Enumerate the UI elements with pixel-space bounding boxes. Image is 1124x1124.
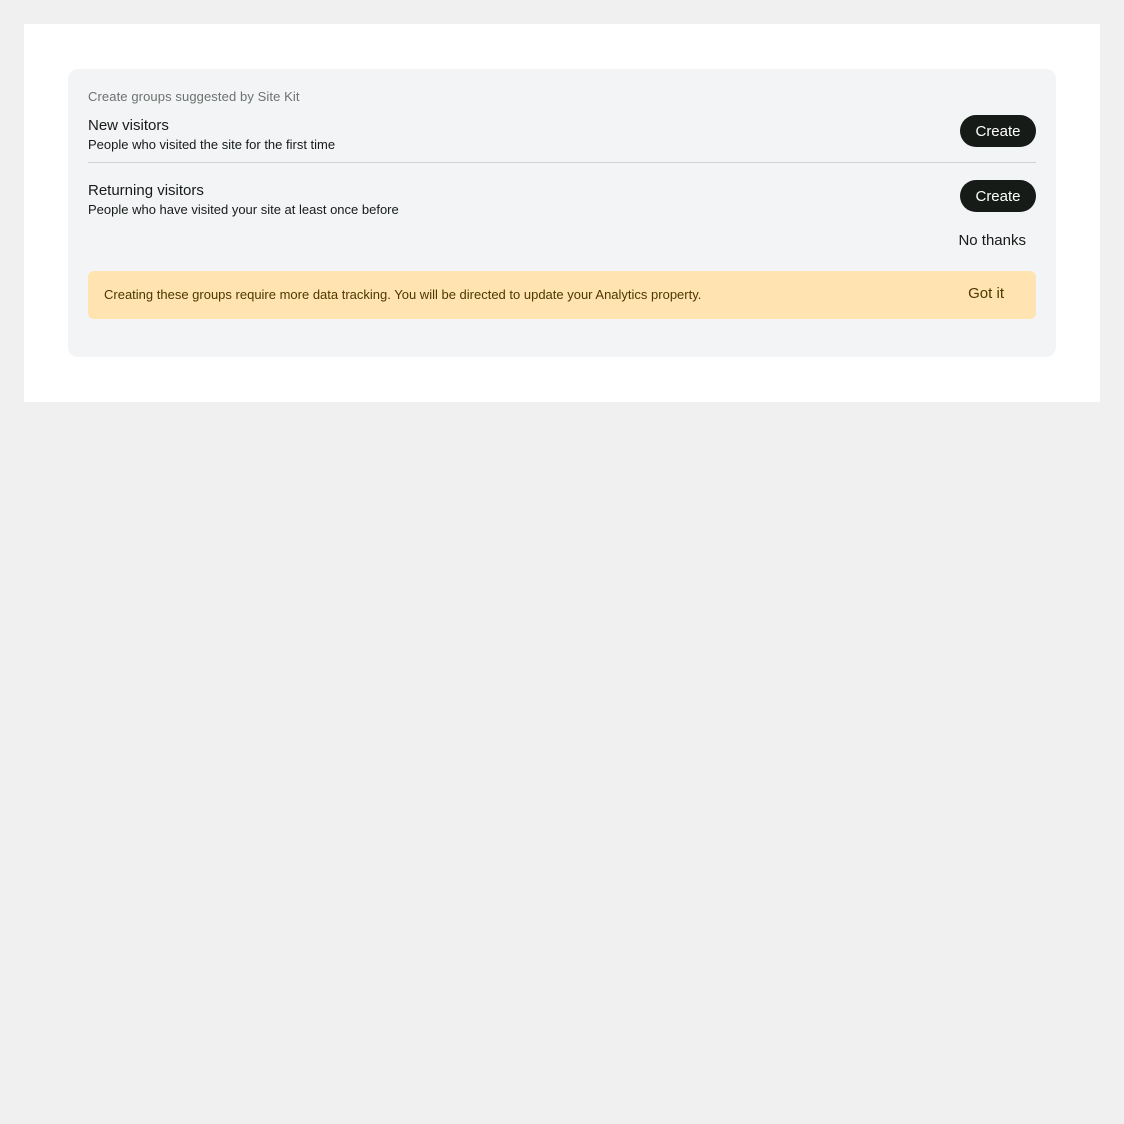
notice-text: Creating these groups require more data … [104,287,702,302]
group-title: New visitors [88,117,169,134]
page-canvas: Create groups suggested by Site Kit New … [24,24,1100,402]
audience-groups-panel: Create groups suggested by Site Kit New … [68,69,1056,357]
group-description: People who have visited your site at lea… [88,202,399,217]
group-row-new-visitors: New visitors People who visited the site… [88,115,1036,163]
row-divider [88,162,1036,163]
panel-heading: Create groups suggested by Site Kit [88,89,300,104]
create-new-visitors-button[interactable]: Create [960,115,1036,147]
group-row-returning-visitors: Returning visitors People who have visit… [88,180,1036,228]
no-thanks-button[interactable]: No thanks [958,232,1026,249]
create-returning-visitors-button[interactable]: Create [960,180,1036,212]
group-title: Returning visitors [88,182,204,199]
got-it-button[interactable]: Got it [968,285,1004,302]
group-description: People who visited the site for the firs… [88,137,336,152]
data-tracking-notice: Creating these groups require more data … [88,271,1036,319]
